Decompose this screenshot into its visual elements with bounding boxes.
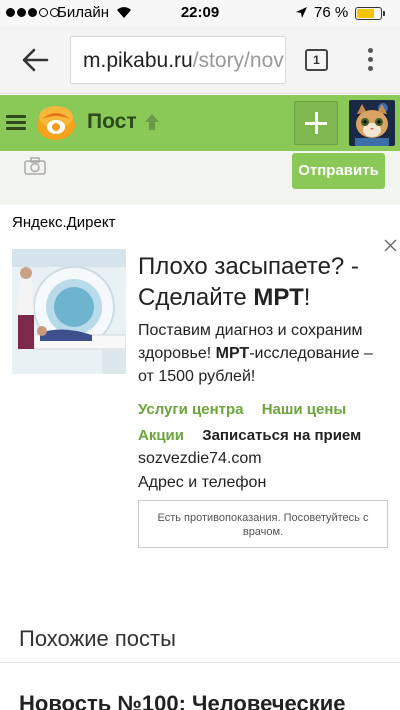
ad-link-promotions[interactable]: Акции: [138, 427, 184, 444]
ad-title[interactable]: Плохо засыпаете? - Сделайте МРТ!: [138, 251, 388, 313]
similar-posts-heading: Похожие посты: [19, 626, 176, 651]
hamburger-menu-icon[interactable]: [6, 115, 26, 131]
user-avatar[interactable]: [349, 100, 395, 146]
address-bar[interactable]: m.pikabu.ru/story/nov: [70, 36, 286, 84]
more-vertical-icon[interactable]: [366, 48, 374, 74]
battery-percentage: 76 %: [314, 4, 349, 21]
ad-body-highlight: МРТ: [215, 345, 250, 362]
mri-scanner-image: [12, 249, 126, 374]
ad-body: Поставим диагноз и сохраним здоровье! МР…: [138, 319, 388, 388]
ad-title-highlight: МРТ: [253, 284, 304, 311]
back-arrow-icon[interactable]: [20, 46, 50, 74]
url-domain: m.pikabu.ru: [83, 49, 193, 72]
comment-input-area[interactable]: Отправить: [0, 151, 400, 205]
status-bar: Билайн 22:09 76 %: [0, 0, 400, 26]
page-title: Пост: [87, 110, 137, 133]
send-button[interactable]: Отправить: [292, 153, 385, 189]
ad-sitelinks: Услуги центра Наши цены Акции Записаться…: [138, 397, 393, 449]
cat-avatar-image: [349, 100, 395, 146]
site-header: Пост: [0, 95, 400, 151]
ad-contacts-link[interactable]: Адрес и телефон: [138, 474, 266, 492]
ad-title-end: !: [303, 284, 311, 311]
divider: [0, 662, 400, 663]
tabs-switcher-button[interactable]: 1: [305, 49, 328, 71]
camera-icon[interactable]: [24, 157, 46, 175]
similar-post-title[interactable]: Новость №100: Человеческие: [19, 690, 399, 710]
ad-domain[interactable]: sozvezdie74.com: [138, 450, 262, 468]
ad-link-services[interactable]: Услуги центра: [138, 401, 244, 418]
up-arrow-icon[interactable]: [143, 112, 161, 132]
browser-toolbar: m.pikabu.ru/story/nov 1: [0, 26, 400, 94]
location-arrow-icon: [296, 7, 307, 18]
url-path: /story/nov: [192, 49, 284, 72]
ad-link-signup[interactable]: Записаться на прием: [202, 427, 361, 444]
pikabu-logo-icon[interactable]: [36, 103, 76, 141]
ad-link-prices[interactable]: Наши цены: [262, 401, 347, 418]
ad-title-text: Плохо засыпаете? - Сделайте: [138, 253, 359, 311]
battery-icon: [355, 7, 382, 20]
ad-disclaimer: Есть противопоказания. Посоветуйтесь с в…: [138, 500, 388, 548]
add-post-button[interactable]: [294, 101, 338, 145]
battery-nub: [383, 11, 385, 16]
ad-source-label[interactable]: Яндекс.Директ: [12, 214, 115, 231]
ad-image[interactable]: [12, 249, 126, 374]
